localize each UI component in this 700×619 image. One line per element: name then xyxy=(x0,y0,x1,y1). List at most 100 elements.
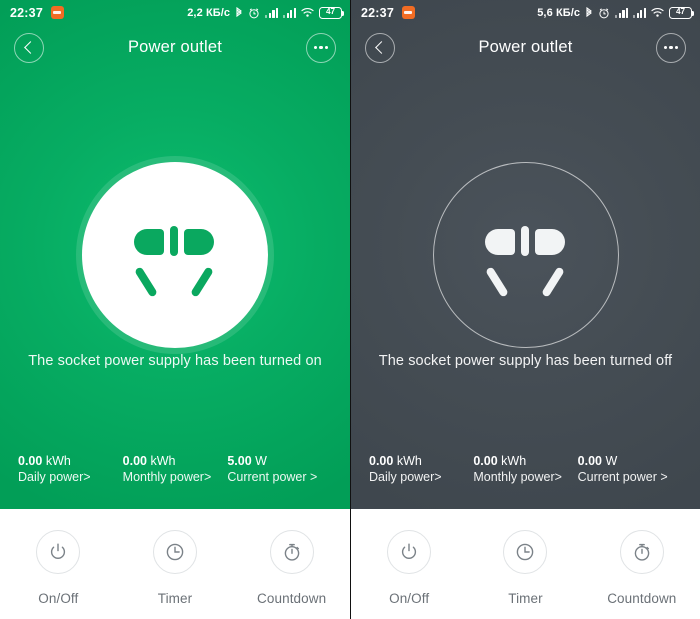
power-icon xyxy=(51,543,66,559)
metric-label: Monthly power> xyxy=(122,470,212,484)
socket-slot-diagonal-right xyxy=(540,266,565,298)
status-bar: 22:37 2,2 КБ/c 47 xyxy=(0,0,350,25)
action-bar: On/Off Timer Countdown xyxy=(0,509,350,619)
wifi-icon xyxy=(651,8,664,17)
page-title: Power outlet xyxy=(127,38,223,56)
metric-number: 0.00 xyxy=(577,454,602,468)
back-chevron-icon xyxy=(24,41,37,54)
more-options-icon xyxy=(663,45,679,50)
metric-value: 5.00 W xyxy=(227,453,332,469)
metric-daily-power[interactable]: 0.00 kWh Daily power> xyxy=(369,453,473,486)
clock-icon xyxy=(166,543,184,561)
action-timer[interactable]: Timer xyxy=(473,530,577,606)
power-icon xyxy=(402,543,417,559)
status-time: 22:37 xyxy=(361,5,394,20)
app-badge-icon xyxy=(401,6,415,19)
status-indicators: 2,2 КБ/c 47 xyxy=(187,6,344,19)
metric-current-power[interactable]: 5.00 W Current power > xyxy=(227,453,332,486)
more-options-icon xyxy=(313,45,329,50)
screenshot-comparison: 22:37 2,2 КБ/c 47 Power outlet The socke… xyxy=(0,0,700,619)
metric-number: 0.00 xyxy=(369,454,394,468)
action-label: Countdown xyxy=(257,591,327,606)
action-label: On/Off xyxy=(38,591,79,606)
socket-slot-left xyxy=(134,229,164,255)
more-options-button[interactable] xyxy=(656,32,686,63)
metric-unit: kWh xyxy=(150,454,176,468)
bluetooth-icon xyxy=(586,6,593,17)
power-socket-icon[interactable] xyxy=(82,162,268,348)
action-label: Countdown xyxy=(607,591,677,606)
metric-number: 5.00 xyxy=(227,454,252,468)
title-bar: Power outlet xyxy=(351,25,700,70)
socket-graphic-wrap xyxy=(351,162,700,348)
metric-value: 0.00 kWh xyxy=(123,453,228,469)
app-badge-icon xyxy=(50,6,64,19)
socket-slot-diagonal-left xyxy=(484,266,509,298)
socket-slots xyxy=(120,212,230,298)
back-chevron-icon xyxy=(375,41,388,54)
action-timer[interactable]: Timer xyxy=(123,530,227,606)
battery-icon: 47 xyxy=(319,6,344,19)
metric-daily-power[interactable]: 0.00 kWh Daily power> xyxy=(18,453,123,486)
status-indicators: 5,6 КБ/c 47 xyxy=(537,6,694,19)
action-bar: On/Off Timer Countdown xyxy=(351,509,700,619)
metric-unit: kWh xyxy=(501,454,527,468)
action-countdown[interactable]: Countdown xyxy=(590,530,694,606)
action-label: Timer xyxy=(508,591,543,606)
metric-number: 0.00 xyxy=(18,454,43,468)
stopwatch-icon xyxy=(284,543,299,561)
metric-label: Current power > xyxy=(227,470,318,484)
metric-unit: kWh xyxy=(396,454,422,468)
socket-slot-left xyxy=(484,229,515,255)
metric-current-power[interactable]: 0.00 W Current power > xyxy=(578,453,682,486)
socket-slots xyxy=(471,212,581,298)
more-options-button[interactable] xyxy=(306,32,336,63)
socket-slot-right xyxy=(184,229,214,255)
data-rate-label: 2,2 КБ/c xyxy=(187,6,231,19)
metric-number: 0.00 xyxy=(122,454,148,468)
clock-icon xyxy=(517,543,534,561)
wifi-icon xyxy=(301,8,314,17)
socket-slot-diagonal-right xyxy=(190,266,214,298)
battery-icon: 47 xyxy=(669,6,694,19)
metric-value: 0.00 W xyxy=(578,453,682,469)
hero-area-on: 22:37 2,2 КБ/c 47 Power outlet The socke… xyxy=(0,0,350,509)
action-on-off[interactable]: On/Off xyxy=(6,530,110,606)
power-socket-icon[interactable] xyxy=(432,162,619,348)
title-bar: Power outlet xyxy=(0,25,350,70)
action-on-off[interactable]: On/Off xyxy=(357,530,461,606)
metric-unit: W xyxy=(255,454,267,468)
action-ring xyxy=(36,530,81,574)
alarm-clock-icon xyxy=(249,7,259,18)
metric-label: Monthly power> xyxy=(473,470,562,484)
metric-label: Daily power> xyxy=(18,470,91,484)
bluetooth-icon xyxy=(236,6,243,17)
socket-slot-middle xyxy=(170,226,178,256)
action-label: Timer xyxy=(157,591,193,606)
battery-level: 47 xyxy=(325,7,336,17)
metric-monthly-power[interactable]: 0.00 kWh Monthly power> xyxy=(123,453,228,486)
back-button[interactable] xyxy=(14,32,44,63)
page-title: Power outlet xyxy=(478,38,573,56)
action-ring xyxy=(269,530,314,574)
action-countdown[interactable]: Countdown xyxy=(240,530,344,606)
status-time: 22:37 xyxy=(10,5,43,20)
metric-monthly-power[interactable]: 0.00 kWh Monthly power> xyxy=(473,453,577,486)
back-button[interactable] xyxy=(365,32,395,63)
socket-slot-middle xyxy=(520,226,529,256)
status-message: The socket power supply has been turned … xyxy=(378,353,673,369)
metric-label: Daily power> xyxy=(369,470,442,484)
socket-slot-diagonal-left xyxy=(134,266,158,298)
signal-bars-icon-1 xyxy=(615,7,629,18)
metric-label: Current power > xyxy=(577,470,668,484)
metric-unit: kWh xyxy=(45,454,71,468)
signal-bars-icon-2 xyxy=(633,7,646,18)
metric-value: 0.00 kWh xyxy=(473,453,577,469)
action-ring xyxy=(387,530,432,574)
status-message: The socket power supply has been turned … xyxy=(28,353,322,369)
alarm-clock-icon xyxy=(599,7,609,18)
metrics-row: 0.00 kWh Daily power> 0.00 kWh Monthly p… xyxy=(351,453,700,486)
status-bar: 22:37 5,6 КБ/c 47 xyxy=(351,0,700,25)
socket-graphic-wrap xyxy=(0,162,350,348)
action-ring xyxy=(152,530,197,574)
